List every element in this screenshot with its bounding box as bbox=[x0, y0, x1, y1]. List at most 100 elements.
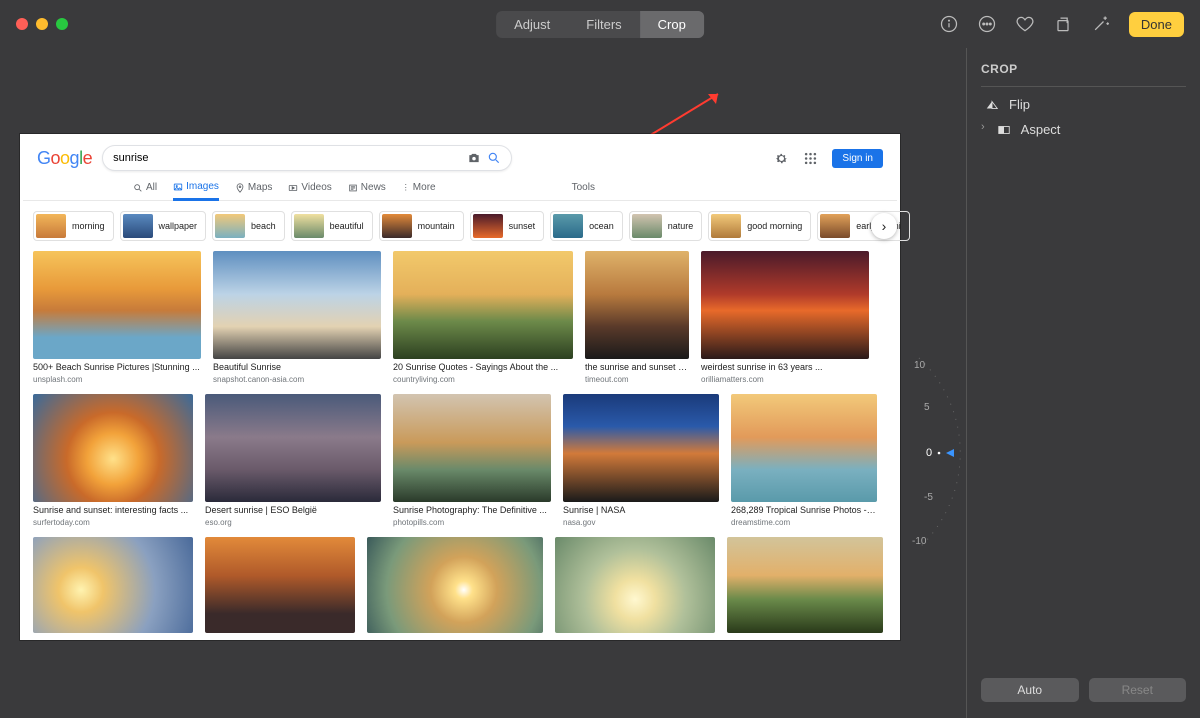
straighten-dial[interactable]: 10 5 0 -5 -10 bbox=[884, 348, 962, 558]
rotate-icon[interactable] bbox=[1053, 14, 1073, 34]
image-result[interactable]: 20 Sunrise Quotes - Sayings About the ..… bbox=[393, 251, 573, 384]
chip-thumb bbox=[473, 214, 503, 238]
edit-mode-segmented-control: Adjust Filters Crop bbox=[496, 11, 704, 38]
filters-tab[interactable]: Filters bbox=[568, 11, 639, 38]
aspect-row[interactable]: › Aspect bbox=[981, 114, 1186, 139]
chip-label: ocean bbox=[589, 221, 614, 231]
flip-icon bbox=[985, 98, 999, 112]
image-result[interactable]: Sunrise and sunset: interesting facts ..… bbox=[33, 394, 193, 527]
image-result[interactable] bbox=[205, 537, 355, 633]
adjust-tab[interactable]: Adjust bbox=[496, 11, 568, 38]
image-result[interactable] bbox=[367, 537, 543, 633]
image-result[interactable]: Sunrise | NASAnasa.gov bbox=[563, 394, 719, 527]
tab-more[interactable]: ⋮More bbox=[402, 178, 436, 199]
flip-button[interactable]: Flip bbox=[981, 87, 1186, 114]
result-source: orilliamatters.com bbox=[701, 375, 869, 384]
chip-good-morning[interactable]: good morning bbox=[708, 211, 811, 241]
svg-text:5: 5 bbox=[924, 402, 930, 413]
chip-beach[interactable]: beach bbox=[212, 211, 285, 241]
tab-tools[interactable]: Tools bbox=[572, 178, 595, 199]
sign-in-button[interactable]: Sign in bbox=[832, 149, 883, 168]
chip-label: nature bbox=[668, 221, 694, 231]
toolbar-right-group: Done bbox=[939, 12, 1184, 37]
chip-beautiful[interactable]: beautiful bbox=[291, 211, 373, 241]
result-thumbnail bbox=[563, 394, 719, 502]
result-title: Desert sunrise | ESO België bbox=[205, 505, 381, 515]
result-thumbnail bbox=[393, 394, 551, 502]
image-result[interactable]: the sunrise and sunset in Se...timeout.c… bbox=[585, 251, 689, 384]
crop-frame[interactable]: Google Sign in All Images Maps Videos bbox=[20, 134, 900, 640]
result-source: snapshot.canon-asia.com bbox=[213, 375, 381, 384]
chip-label: sunset bbox=[509, 221, 536, 231]
tab-maps[interactable]: Maps bbox=[235, 178, 272, 199]
favorite-icon[interactable] bbox=[1015, 14, 1035, 34]
tab-images[interactable]: Images bbox=[173, 177, 219, 201]
result-thumbnail bbox=[205, 537, 355, 633]
chevron-right-icon: › bbox=[981, 121, 985, 133]
chip-thumb bbox=[711, 214, 741, 238]
camera-icon[interactable] bbox=[467, 151, 481, 165]
svg-text:0: 0 bbox=[926, 447, 932, 459]
image-result[interactable]: Desert sunrise | ESO België eso.org bbox=[205, 394, 381, 527]
apps-icon[interactable] bbox=[803, 151, 818, 166]
auto-button[interactable]: Auto bbox=[981, 678, 1079, 702]
tab-videos[interactable]: Videos bbox=[288, 178, 331, 199]
chip-nature[interactable]: nature bbox=[629, 211, 703, 241]
image-result[interactable] bbox=[555, 537, 715, 633]
svg-text:10: 10 bbox=[914, 360, 926, 371]
result-thumbnail bbox=[33, 394, 193, 502]
crop-tab[interactable]: Crop bbox=[640, 11, 704, 38]
image-result[interactable]: 268,289 Tropical Sunrise Photos - Free .… bbox=[731, 394, 877, 527]
canvas-area: Google Sign in All Images Maps Videos bbox=[0, 48, 966, 718]
more-icon[interactable] bbox=[977, 14, 997, 34]
result-title: Sunrise | NASA bbox=[563, 505, 719, 515]
minimize-window-button[interactable] bbox=[36, 18, 48, 30]
done-button[interactable]: Done bbox=[1129, 12, 1184, 37]
search-box[interactable] bbox=[102, 145, 512, 171]
reset-button[interactable]: Reset bbox=[1089, 678, 1187, 702]
result-thumbnail bbox=[367, 537, 543, 633]
auto-enhance-icon[interactable] bbox=[1091, 14, 1111, 34]
maximize-window-button[interactable] bbox=[56, 18, 68, 30]
chip-label: beach bbox=[251, 221, 276, 231]
image-result[interactable]: 500+ Beach Sunrise Pictures |Stunning ..… bbox=[33, 251, 201, 384]
svg-text:-10: -10 bbox=[912, 536, 927, 547]
chips-next-button[interactable]: › bbox=[871, 213, 897, 239]
chip-thumb bbox=[215, 214, 245, 238]
chip-mountain[interactable]: mountain bbox=[379, 211, 464, 241]
chip-label: beautiful bbox=[330, 221, 364, 231]
chip-wallpaper[interactable]: wallpaper bbox=[120, 211, 207, 241]
tab-all[interactable]: All bbox=[133, 178, 157, 199]
image-result[interactable]: weirdest sunrise in 63 years ...orilliam… bbox=[701, 251, 869, 384]
result-thumbnail bbox=[205, 394, 381, 502]
chip-morning[interactable]: morning bbox=[33, 211, 114, 241]
result-title: Sunrise and sunset: interesting facts ..… bbox=[33, 505, 193, 515]
image-result[interactable] bbox=[33, 537, 193, 633]
image-result[interactable]: Sunrise Photography: The Definitive ...p… bbox=[393, 394, 551, 527]
chip-sunset[interactable]: sunset bbox=[470, 211, 545, 241]
settings-icon[interactable] bbox=[774, 151, 789, 166]
search-input[interactable] bbox=[113, 152, 461, 164]
result-thumbnail bbox=[33, 537, 193, 633]
related-chips: morning wallpaper beach beautiful mountain su… bbox=[23, 201, 897, 251]
close-window-button[interactable] bbox=[16, 18, 28, 30]
result-title: 500+ Beach Sunrise Pictures |Stunning ..… bbox=[33, 362, 201, 372]
chip-label: morning bbox=[72, 221, 105, 231]
google-logo[interactable]: Google bbox=[37, 148, 92, 169]
image-result[interactable]: Beautiful Sunrisesnapshot.canon-asia.com bbox=[213, 251, 381, 384]
image-results-grid: 500+ Beach Sunrise Pictures |Stunning ..… bbox=[23, 251, 897, 647]
window-toolbar: Adjust Filters Crop Done bbox=[0, 0, 1200, 48]
image-result[interactable] bbox=[727, 537, 883, 633]
result-title: 20 Sunrise Quotes - Sayings About the ..… bbox=[393, 362, 573, 372]
result-source: eso.org bbox=[205, 518, 381, 527]
result-thumbnail bbox=[585, 251, 689, 359]
chip-thumb bbox=[36, 214, 66, 238]
search-icon[interactable] bbox=[487, 151, 501, 165]
tab-news[interactable]: News bbox=[348, 178, 386, 199]
result-thumbnail bbox=[727, 537, 883, 633]
info-icon[interactable] bbox=[939, 14, 959, 34]
chip-thumb bbox=[123, 214, 153, 238]
chip-ocean[interactable]: ocean bbox=[550, 211, 623, 241]
window-controls bbox=[16, 18, 68, 30]
result-thumbnail bbox=[213, 251, 381, 359]
